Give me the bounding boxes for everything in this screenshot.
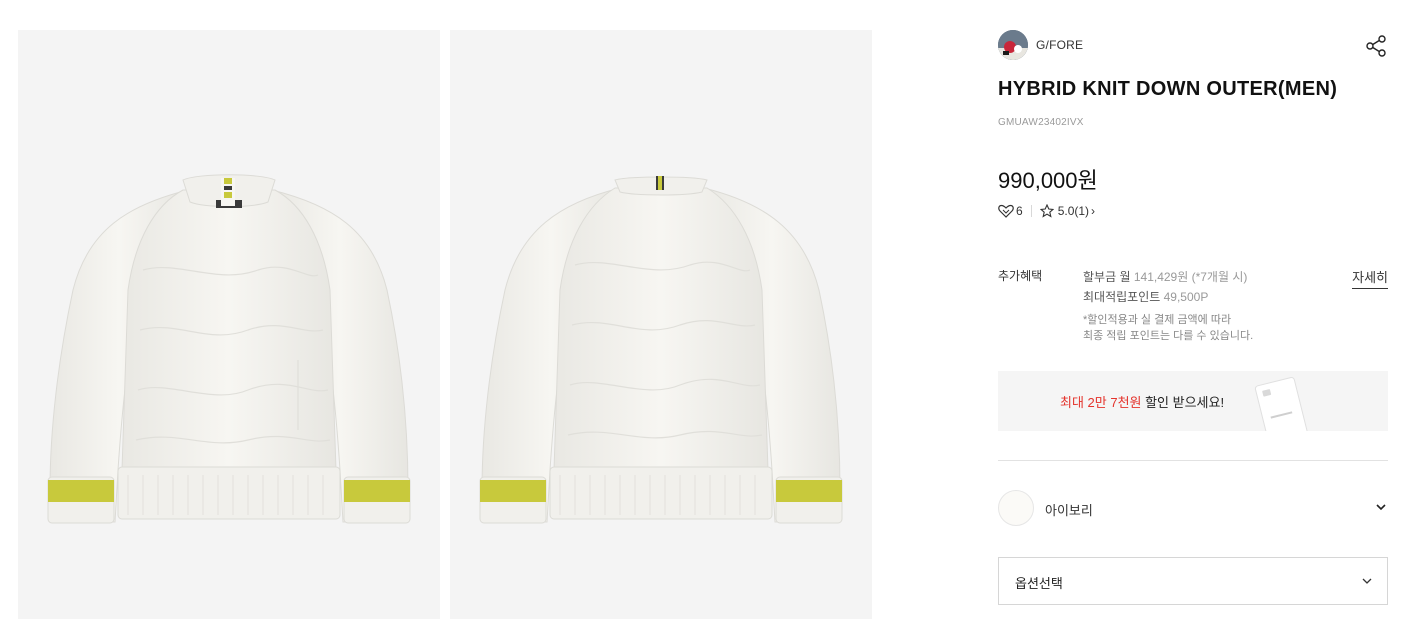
like-icon[interactable] bbox=[998, 204, 1014, 218]
share-icon[interactable] bbox=[1364, 34, 1388, 58]
product-price: 990,000원 bbox=[998, 168, 1098, 193]
section-divider bbox=[998, 460, 1388, 461]
points-label: 최대적립포인트 bbox=[1083, 290, 1164, 304]
product-image-front[interactable] bbox=[18, 30, 440, 619]
brand-logo-icon[interactable] bbox=[998, 30, 1028, 60]
benefit-detail-link[interactable]: 자세히 bbox=[1352, 267, 1388, 289]
sweater-front-illustration bbox=[47, 174, 411, 524]
banner-text: 최대 2만 7천원 할인 받으세요! bbox=[1060, 392, 1224, 411]
points-value: 49,500P bbox=[1163, 290, 1209, 304]
chevron-down-icon[interactable] bbox=[1374, 500, 1388, 514]
chevron-down-icon bbox=[1362, 578, 1372, 584]
like-count[interactable]: 6 bbox=[1016, 204, 1023, 218]
rating-value[interactable]: 5.0 bbox=[1058, 204, 1075, 218]
brand-row: G/FORE bbox=[998, 30, 1388, 60]
banner-rest: 할인 받으세요! bbox=[1141, 395, 1225, 410]
product-image-back[interactable] bbox=[450, 30, 872, 619]
discount-banner[interactable]: 최대 2만 7천원 할인 받으세요! bbox=[998, 371, 1388, 431]
brand-name[interactable]: G/FORE bbox=[1036, 38, 1083, 52]
meta-divider bbox=[1030, 205, 1032, 217]
product-meta-row: 6 5.0 (1) › bbox=[998, 202, 1095, 220]
sweater-back-illustration bbox=[479, 176, 843, 524]
option-select-label: 옵션선택 bbox=[1015, 576, 1063, 591]
color-option-row[interactable]: 아이보리 bbox=[998, 490, 1388, 528]
points-line: 최대적립포인트 49,500P bbox=[1083, 287, 1247, 307]
benefit-note-line2: 최종 적립 포인트는 다를 수 있습니다. bbox=[1083, 330, 1254, 342]
product-title: HYBRID KNIT DOWN OUTER(MEN) bbox=[998, 78, 1338, 100]
benefit-label: 추가혜택 bbox=[998, 269, 1043, 283]
product-gallery bbox=[18, 30, 874, 619]
color-label: 아이보리 bbox=[1045, 503, 1093, 518]
installment-value: 141,429원 (*7개월 시) bbox=[1133, 270, 1248, 284]
product-sku: GMUAW23402IVX bbox=[998, 117, 1084, 128]
installment-line: 할부금 월 141,429원 (*7개월 시) bbox=[1083, 267, 1247, 287]
chevron-right-icon[interactable]: › bbox=[1091, 204, 1095, 218]
product-info-panel: G/FORE HYBRID KNIT DOWN OUTER(MEN) GMUAW… bbox=[998, 0, 1388, 619]
option-select[interactable]: 옵션선택 bbox=[998, 557, 1388, 605]
banner-highlight: 최대 2만 7천원 bbox=[1060, 395, 1142, 410]
color-swatch[interactable] bbox=[998, 490, 1034, 526]
benefit-note-line1: *할인적용과 실 결제 금액에 따라 bbox=[1083, 314, 1232, 326]
credit-card-icon bbox=[1254, 377, 1308, 431]
benefit-note: *할인적용과 실 결제 금액에 따라 최종 적립 포인트는 다를 수 있습니다. bbox=[1083, 312, 1253, 344]
installment-label: 할부금 월 bbox=[1083, 270, 1134, 284]
review-count[interactable]: (1) bbox=[1074, 204, 1089, 218]
star-icon bbox=[1039, 204, 1054, 218]
benefit-details: 할부금 월 141,429원 (*7개월 시) 최대적립포인트 49,500P bbox=[1083, 267, 1247, 307]
